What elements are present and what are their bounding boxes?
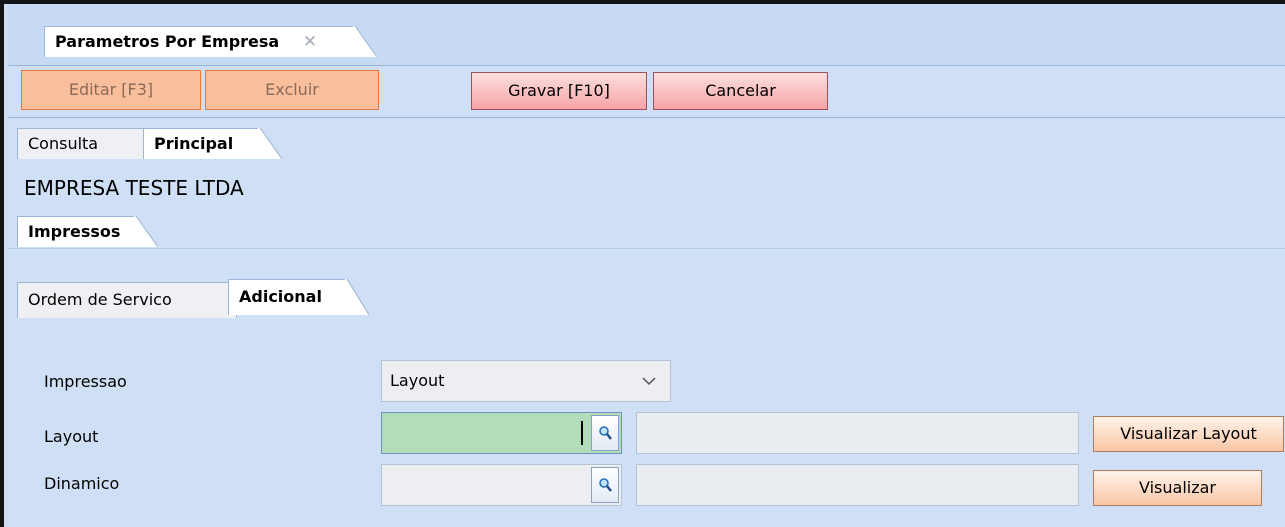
divider: [8, 117, 1285, 118]
chevron-down-icon[interactable]: [642, 377, 656, 386]
layout-description-field[interactable]: [636, 412, 1079, 454]
magnifier-icon: [599, 426, 612, 440]
tab-corner: [353, 26, 377, 57]
edit-button[interactable]: Editar [F3]: [21, 70, 201, 110]
magnifier-icon: [599, 478, 612, 492]
dinamico-input[interactable]: [381, 464, 622, 506]
window-frame: Parametros Por Empresa ✕ Editar [F3] Exc…: [0, 0, 1285, 527]
divider: [8, 65, 1285, 66]
dinamico-lookup-button[interactable]: [591, 467, 619, 503]
tab-corner: [258, 128, 282, 159]
tab-consulta-label: Consulta: [28, 134, 99, 153]
tab-parametros-por-empresa[interactable]: Parametros Por Empresa ✕: [44, 26, 377, 57]
layout-input[interactable]: [381, 412, 622, 454]
visualizar-layout-button[interactable]: Visualizar Layout: [1093, 416, 1284, 452]
dinamico-label: Dinamico: [44, 474, 120, 493]
tab-principal[interactable]: Principal: [143, 128, 282, 159]
tab-principal-label: Principal: [154, 134, 234, 153]
tab-impressos[interactable]: Impressos: [17, 216, 158, 247]
company-name: EMPRESA TESTE LTDA: [24, 176, 244, 200]
text-cursor: [581, 421, 583, 445]
tab-adicional-label: Adicional: [239, 287, 322, 306]
tab-adicional[interactable]: Adicional: [228, 279, 369, 315]
impressao-select[interactable]: Layout: [381, 360, 671, 402]
tab-title: Parametros Por Empresa: [55, 32, 280, 51]
tab-ordem-label: Ordem de Servico: [28, 290, 172, 309]
tab-corner: [345, 279, 369, 315]
tab-consulta[interactable]: Consulta: [17, 128, 145, 159]
impressao-value: Layout: [390, 371, 445, 390]
cancel-button[interactable]: Cancelar: [653, 72, 828, 110]
dinamico-description-field[interactable]: [636, 464, 1079, 506]
delete-button[interactable]: Excluir: [205, 70, 379, 110]
save-button[interactable]: Gravar [F10]: [471, 72, 647, 110]
tab-ordem-de-servico[interactable]: Ordem de Servico: [17, 282, 237, 318]
layout-label: Layout: [44, 427, 99, 446]
divider: [8, 248, 1285, 249]
layout-lookup-button[interactable]: [591, 415, 619, 451]
tab-impressos-label: Impressos: [28, 222, 121, 241]
visualizar-button[interactable]: Visualizar: [1093, 470, 1262, 506]
close-icon[interactable]: ✕: [303, 32, 317, 52]
impressao-label: Impressao: [44, 372, 127, 391]
tab-corner: [134, 216, 158, 247]
